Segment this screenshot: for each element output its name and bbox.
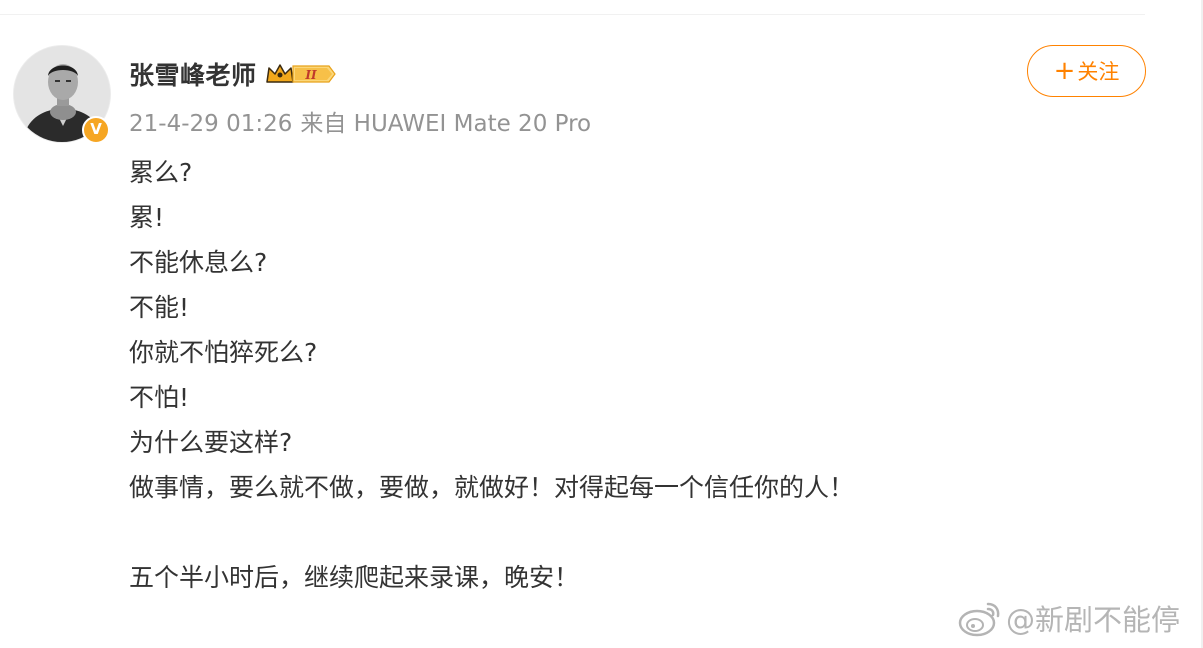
follow-button[interactable]: + 关注 — [1027, 45, 1146, 97]
watermark-text: @新剧不能停 — [1006, 603, 1181, 637]
post-line: 不能休息么? — [129, 248, 268, 277]
author-name[interactable]: 张雪峰老师 — [129, 56, 257, 92]
vip-crown-badge[interactable]: II — [265, 60, 337, 88]
post-line: 五个半小时后，继续爬起来录课，晚安！ — [129, 563, 580, 592]
post-line: 为什么要这样? — [129, 428, 293, 457]
verified-badge-icon: V — [82, 116, 110, 144]
post-content: 累么? 累! 不能休息么? 不能! 你就不怕猝死么? 不怕! 为什么要这样? 做… — [129, 150, 1129, 600]
post-line: 不能! — [129, 293, 190, 322]
top-divider — [0, 14, 1145, 15]
post-timestamp[interactable]: 21-4-29 01:26 — [129, 111, 292, 137]
post-meta: 21-4-29 01:26 来自 HUAWEI Mate 20 Pro — [129, 104, 591, 138]
post-line: 累! — [129, 203, 165, 232]
weibo-logo-icon — [958, 602, 1000, 637]
follow-label: 关注 — [1077, 60, 1120, 84]
verified-mark: V — [90, 120, 102, 138]
post-line-blank — [129, 510, 1129, 555]
weibo-post-card: V 张雪峰老师 II 21-4-29 01:26 来自 HUAWEI Mate 2… — [0, 0, 1203, 648]
plus-icon: + — [1053, 56, 1076, 86]
author-row: 张雪峰老师 II — [129, 54, 337, 94]
post-line: 累么? — [129, 158, 193, 187]
post-source: 来自 HUAWEI Mate 20 Pro — [300, 111, 592, 137]
post-line: 不怕! — [129, 383, 190, 412]
post-line: 做事情，要么就不做，要做，就做好！对得起每一个信任你的人！ — [129, 473, 855, 502]
watermark: @新剧不能停 — [958, 597, 1180, 639]
author-avatar-container[interactable]: V — [13, 45, 111, 144]
vip-level-text: II — [304, 68, 317, 82]
vip-crown-icon: II — [265, 64, 336, 83]
post-line: 你就不怕猝死么? — [129, 338, 318, 367]
